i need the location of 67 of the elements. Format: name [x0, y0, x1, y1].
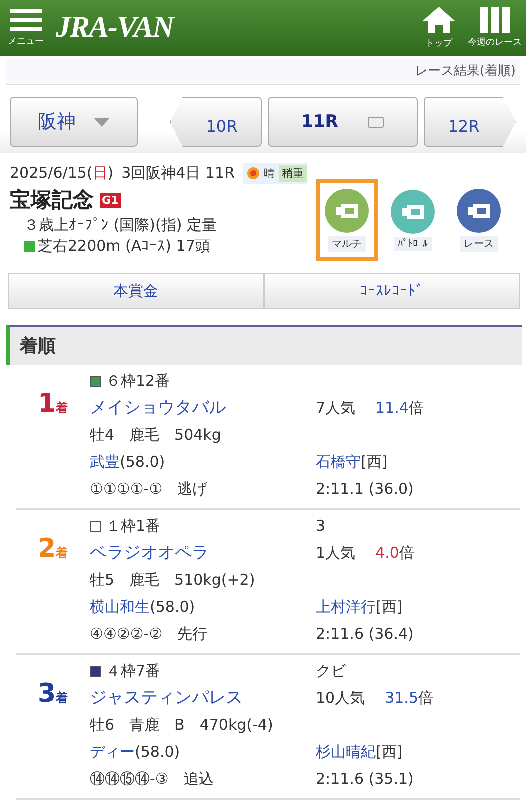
venue-dropdown[interactable]: 阪神 [10, 97, 138, 147]
horse-name-link[interactable]: ジャスティンパレス [90, 686, 243, 711]
horse-name-link[interactable]: ベラジオオペラ [90, 541, 209, 566]
carried-weight: (58.0) [120, 452, 166, 473]
margin: クビ [316, 661, 346, 682]
popularity: 7人気 [316, 398, 356, 419]
weather-badge: 晴 稍重 [243, 163, 307, 184]
tab[interactable]: 本賞金 [8, 273, 264, 309]
margin: 3 [316, 516, 326, 537]
trainer-region: [西] [376, 742, 403, 763]
columns-icon [480, 7, 510, 33]
running-positions: ④④②②-② 先行 [90, 624, 208, 645]
carried-weight: (58.0) [150, 597, 196, 618]
race-meeting: 3回阪神4日 11R [122, 164, 235, 183]
running-positions: ⑭⑭⑮⑭-③ 追込 [90, 769, 214, 790]
horse-profile: 牡4 鹿毛 504kg [90, 425, 222, 446]
current-race-button[interactable]: 11R [268, 97, 418, 147]
caret-icon [94, 118, 110, 126]
jockey-link[interactable]: ディー [90, 740, 135, 765]
horse-profile: 牡6 青鹿 B 470kg(-4) [90, 715, 274, 736]
frame-number: １枠1番 [106, 516, 161, 537]
turf-marker [24, 241, 35, 252]
trainer-link[interactable]: 杉山晴紀 [316, 740, 376, 765]
jockey-link[interactable]: 横山和生 [90, 595, 150, 620]
carried-weight: (58.0) [135, 742, 180, 763]
horse-profile: 牡5 鹿毛 510kg(+2) [90, 570, 256, 591]
race-conditions: ３歳上ｵｰﾌﾟﾝ (国際)(指) 定量 [23, 216, 218, 235]
menu-button[interactable]: メニュー [8, 8, 44, 48]
odds: 11.4倍 [376, 398, 424, 419]
horse-name-link[interactable]: メイショウタバル [90, 396, 226, 421]
page-title: レース結果(着順) [414, 63, 516, 80]
finish-position: 1着 [36, 388, 70, 421]
popularity: 10人気 [316, 688, 366, 709]
video-button[interactable]: マルチ [316, 179, 378, 261]
next-race-button[interactable]: 12R [424, 97, 516, 147]
popularity: 1人気 [316, 543, 356, 564]
section-header: 着順 [6, 325, 522, 365]
weekly-races-button[interactable]: 今週のレース [468, 7, 522, 49]
finish-time: 2:11.6 (35.1) [316, 769, 414, 790]
race-name: 宝塚記念 [10, 187, 94, 214]
sun-icon [247, 167, 260, 180]
finish-time: 2:11.6 (36.4) [316, 624, 414, 645]
grade-badge: G1 [100, 192, 121, 208]
trainer-region: [西] [376, 597, 403, 618]
tab[interactable]: ｺｰｽﾚｺｰﾄﾞ [264, 273, 520, 309]
odds: 4.0倍 [376, 543, 414, 564]
window-icon [368, 116, 384, 128]
finish-time: 2:11.1 (36.0) [316, 479, 414, 500]
top-button[interactable]: トップ [422, 6, 456, 50]
video-button[interactable]: ﾊﾟﾄﾛｰﾙ [382, 179, 444, 261]
frame-number: ６枠12番 [106, 371, 170, 392]
video-button[interactable]: レース [448, 179, 510, 261]
logo: JRA-VAN [56, 11, 174, 45]
trainer-region: [西] [361, 452, 388, 473]
menu-icon [10, 8, 42, 32]
finish-position: 3着 [36, 678, 70, 711]
home-icon [422, 6, 456, 34]
finish-position: 2着 [36, 533, 70, 566]
frame-number: ４枠7番 [106, 661, 161, 682]
race-date: 2025/6/15(日) [10, 164, 114, 183]
course-info: 芝右2200m (Aｺｰｽ) 17頭 [38, 237, 210, 256]
previous-race-button[interactable]: 10R [170, 97, 262, 147]
odds: 31.5倍 [385, 688, 434, 709]
trainer-link[interactable]: 上村洋行 [316, 595, 376, 620]
trainer-link[interactable]: 石橋守 [316, 450, 361, 475]
jockey-link[interactable]: 武豊 [90, 450, 120, 475]
running-positions: ①①①①-① 逃げ [90, 479, 208, 500]
